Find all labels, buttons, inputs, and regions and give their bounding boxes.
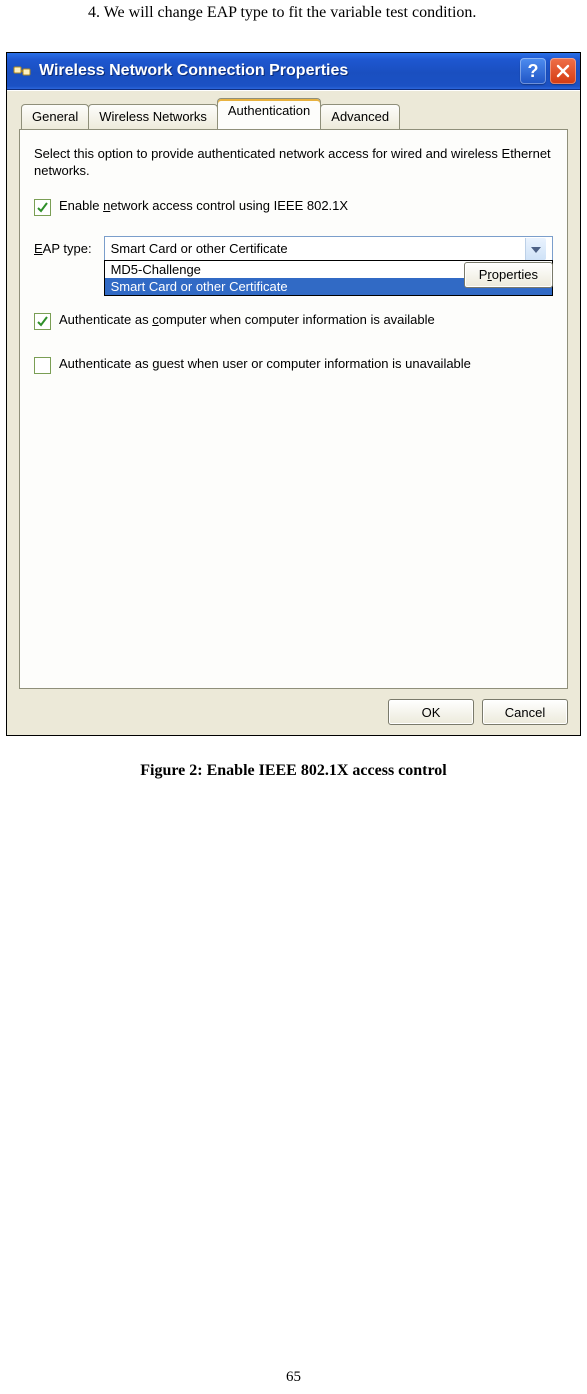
panel-description: Select this option to provide authentica…	[34, 146, 553, 180]
enable-8021x-checkbox[interactable]	[34, 199, 51, 216]
check-icon	[36, 315, 49, 328]
eap-type-combo[interactable]: Smart Card or other Certificate MD5-Chal…	[104, 236, 553, 262]
auth-as-guest-checkbox[interactable]	[34, 357, 51, 374]
tab-general[interactable]: General	[21, 104, 89, 131]
eap-type-label: EAP type:	[34, 241, 92, 256]
window-client-area: General Wireless Networks Authentication…	[7, 90, 580, 735]
auth-as-guest-label: Authenticate as guest when user or compu…	[59, 356, 471, 371]
figure-caption: Figure 2: Enable IEEE 802.1X access cont…	[0, 762, 587, 780]
ok-button[interactable]: OK	[388, 699, 474, 725]
dialog-buttons: OK Cancel	[19, 699, 568, 725]
chevron-down-icon	[531, 241, 541, 256]
window-title: Wireless Network Connection Properties	[39, 62, 520, 80]
auth-as-computer-label: Authenticate as computer when computer i…	[59, 312, 435, 327]
tab-panel-authentication: Select this option to provide authentica…	[19, 129, 568, 689]
close-icon	[556, 64, 570, 78]
xp-window: Wireless Network Connection Properties ?	[7, 53, 580, 735]
instruction-text: 4. We will change EAP type to fit the va…	[0, 0, 587, 22]
tab-wireless-networks[interactable]: Wireless Networks	[88, 104, 218, 131]
properties-button[interactable]: Properties	[464, 262, 553, 288]
tab-strip: General Wireless Networks Authentication…	[19, 103, 568, 129]
help-button[interactable]: ?	[520, 58, 546, 84]
enable-8021x-row: Enable network access control using IEEE…	[34, 198, 553, 216]
auth-as-computer-checkbox[interactable]	[34, 313, 51, 330]
page-number: 65	[0, 1369, 587, 1386]
combo-dropdown-button[interactable]	[525, 238, 546, 260]
check-icon	[36, 201, 49, 214]
titlebar[interactable]: Wireless Network Connection Properties ?	[7, 53, 580, 90]
auth-as-computer-row: Authenticate as computer when computer i…	[34, 312, 553, 330]
eap-type-selected-value: Smart Card or other Certificate	[111, 241, 288, 256]
network-icon	[13, 62, 31, 80]
close-button[interactable]	[550, 58, 576, 84]
figure-wrapper: Wireless Network Connection Properties ?	[6, 52, 581, 736]
auth-as-guest-row: Authenticate as guest when user or compu…	[34, 356, 553, 374]
tab-authentication[interactable]: Authentication	[217, 98, 321, 129]
tab-advanced[interactable]: Advanced	[320, 104, 400, 131]
enable-8021x-label: Enable network access control using IEEE…	[59, 198, 348, 213]
help-icon: ?	[528, 61, 539, 82]
cancel-button[interactable]: Cancel	[482, 699, 568, 725]
